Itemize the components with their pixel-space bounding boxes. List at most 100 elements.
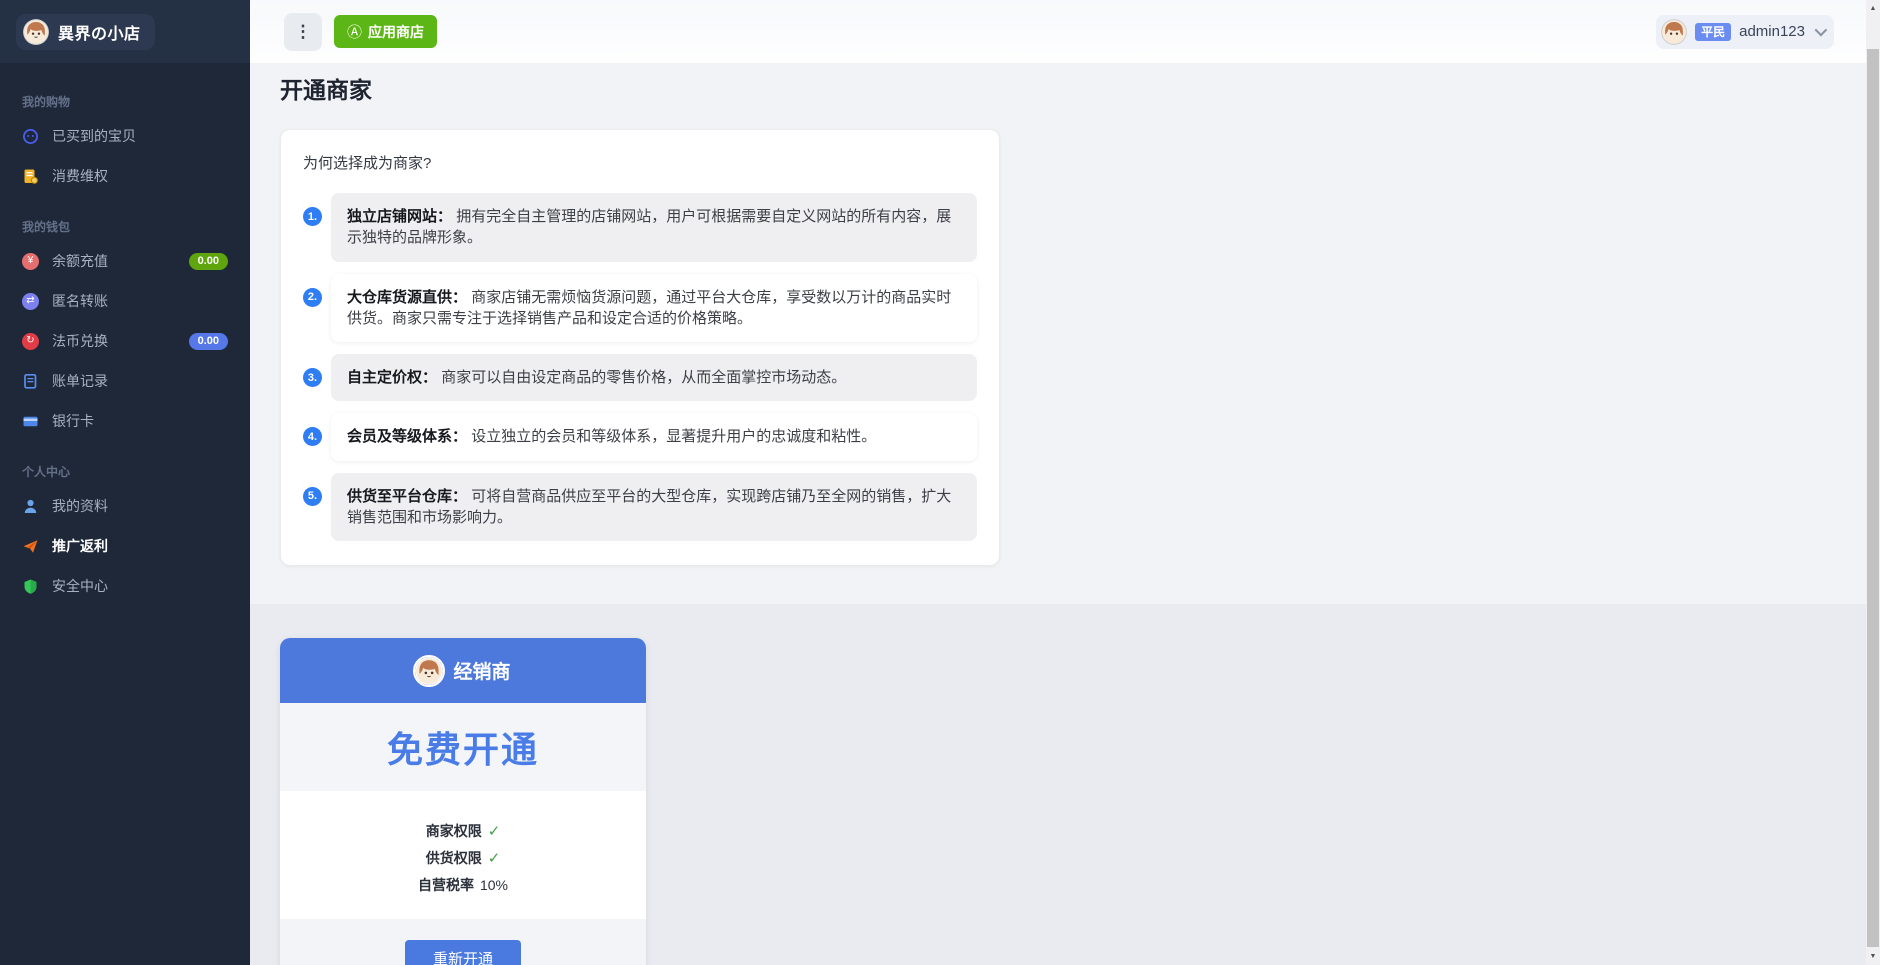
page-title: 开通商家 — [280, 71, 1880, 105]
exchange-icon: ↻ — [22, 333, 39, 350]
plan-avatar-icon — [415, 657, 443, 685]
plan-features: 商家权限 ✓ 供货权限 ✓ 自营税率 10% — [280, 791, 646, 919]
sidebar-item-label: 安全中心 — [52, 576, 228, 596]
benefit-text-box: 自主定价权： 商家可以自由设定商品的零售价格，从而全面掌控市场动态。 — [331, 354, 977, 401]
benefit-item: 5. 供货至平台仓库： 可将自营商品供应至平台的大型仓库，实现跨店铺乃至全网的销… — [303, 473, 977, 542]
treasure-icon — [22, 128, 39, 145]
benefit-text-box: 会员及等级体系： 设立独立的会员和等级体系，显著提升用户的忠诚度和粘性。 — [331, 413, 977, 460]
benefit-text-box: 独立店铺网站： 拥有完全自主管理的店铺网站，用户可根据需要自定义网站的所有内容，… — [331, 193, 977, 262]
sidebar-item-bought[interactable]: 已买到的宝贝 — [16, 116, 234, 156]
sidebar-item-rights[interactable]: 消费维权 — [16, 156, 234, 196]
bank-card-icon — [22, 413, 39, 430]
sidebar: 異界の小店 我的购物 已买到的宝贝 消费维权 我的钱包 ¥ 余额充值 — [0, 0, 250, 965]
feature-label: 自营税率 — [418, 875, 474, 895]
benefit-text-box: 大仓库货源直供： 商家店铺无需烦恼货源问题，通过平台大仓库，享受数以万计的商品实… — [331, 274, 977, 343]
shield-icon — [22, 578, 39, 595]
plan-feature: 商家权限 ✓ — [426, 821, 501, 841]
plan-footer: 重新开通 — [280, 919, 646, 965]
sidebar-header: 異界の小店 — [0, 0, 250, 63]
feature-label: 商家权限 — [426, 821, 482, 841]
logo-avatar-icon — [23, 19, 49, 45]
sidebar-item-label: 银行卡 — [52, 411, 228, 431]
number-badge: 4. — [303, 427, 322, 446]
bill-icon — [22, 373, 39, 390]
plan-name: 经销商 — [453, 657, 510, 684]
benefit-title: 独立店铺网站： — [347, 208, 452, 225]
check-icon: ✓ — [488, 849, 501, 867]
user-name: admin123 — [1739, 23, 1805, 40]
menu-kebab-button[interactable]: ⋮ — [284, 13, 322, 51]
scrollbar-thumb[interactable] — [1867, 49, 1879, 947]
coin-icon: ¥ — [22, 253, 39, 270]
sidebar-item-bankcard[interactable]: 银行卡 — [16, 401, 234, 441]
user-role-badge: 平民 — [1695, 23, 1731, 41]
app-logo[interactable]: 異界の小店 — [16, 14, 155, 50]
feature-label: 供货权限 — [426, 848, 482, 868]
sidebar-nav: 我的购物 已买到的宝贝 消费维权 我的钱包 ¥ 余额充值 0.00 — [0, 63, 250, 965]
scroll-up-arrow-icon[interactable]: ▲ — [1866, 0, 1880, 17]
benefits-card: 为何选择成为商家? 1. 独立店铺网站： 拥有完全自主管理的店铺网站，用户可根据… — [280, 129, 1000, 566]
sidebar-item-promo[interactable]: 推广返利 — [16, 526, 234, 566]
user-menu[interactable]: 平民 admin123 — [1656, 15, 1834, 49]
sidebar-item-label: 消费维权 — [52, 166, 228, 186]
plan-feature: 自营税率 10% — [418, 875, 508, 895]
sidebar-item-label: 我的资料 — [52, 496, 228, 516]
app-title: 異界の小店 — [58, 20, 141, 44]
main-area: ⋮ Ⓐ 应用商店 平民 admin123 开通商家 为何选择成为商家? 1. 独… — [250, 0, 1880, 965]
benefit-title: 供货至平台仓库： — [347, 488, 467, 505]
section-label-personal: 个人中心 — [22, 463, 234, 480]
benefit-text: 设立独立的会员和等级体系，显著提升用户的忠诚度和粘性。 — [471, 428, 876, 445]
sidebar-item-label: 匿名转账 — [52, 291, 228, 311]
sidebar-item-profile[interactable]: 我的资料 — [16, 486, 234, 526]
sidebar-item-bills[interactable]: 账单记录 — [16, 361, 234, 401]
transfer-icon: ⇄ — [22, 293, 39, 310]
sidebar-item-label: 已买到的宝贝 — [52, 126, 228, 146]
number-badge: 1. — [303, 207, 322, 226]
app-store-button[interactable]: Ⓐ 应用商店 — [334, 15, 437, 48]
number-badge: 2. — [303, 288, 322, 307]
sidebar-item-label: 账单记录 — [52, 371, 228, 391]
dealer-plan-card: 经销商 免费开通 商家权限 ✓ 供货权限 ✓ 自营税率 10% — [280, 638, 646, 965]
benefit-item: 2. 大仓库货源直供： 商家店铺无需烦恼货源问题，通过平台大仓库，享受数以万计的… — [303, 274, 977, 343]
user-avatar — [1661, 19, 1687, 45]
app-store-icon: Ⓐ — [347, 21, 362, 42]
benefit-title: 会员及等级体系： — [347, 428, 467, 445]
feature-value: 10% — [480, 877, 508, 893]
check-icon: ✓ — [488, 822, 501, 840]
benefit-item: 1. 独立店铺网站： 拥有完全自主管理的店铺网站，用户可根据需要自定义网站的所有… — [303, 193, 977, 262]
benefit-text: 商家可以自由设定商品的零售价格，从而全面掌控市场动态。 — [441, 369, 846, 386]
balance-badge: 0.00 — [189, 253, 228, 270]
benefit-title: 大仓库货源直供： — [347, 289, 467, 306]
sidebar-item-label: 推广返利 — [52, 536, 228, 556]
merchant-open-section: 开通商家 为何选择成为商家? 1. 独立店铺网站： 拥有完全自主管理的店铺网站，… — [250, 63, 1880, 604]
benefit-item: 4. 会员及等级体系： 设立独立的会员和等级体系，显著提升用户的忠诚度和粘性。 — [303, 413, 977, 460]
chevron-down-icon — [1815, 24, 1828, 37]
sidebar-item-label: 余额充值 — [52, 251, 176, 271]
exchange-badge: 0.00 — [189, 333, 228, 350]
benefits-card-title: 为何选择成为商家? — [303, 152, 977, 173]
sidebar-item-security[interactable]: 安全中心 — [16, 566, 234, 606]
consumer-rights-icon — [22, 168, 39, 185]
number-badge: 3. — [303, 368, 322, 387]
paper-plane-icon — [22, 538, 39, 555]
sidebar-item-exchange[interactable]: ↻ 法币兑换 0.00 — [16, 321, 234, 361]
benefit-title: 自主定价权： — [347, 369, 437, 386]
benefit-text-box: 供货至平台仓库： 可将自营商品供应至平台的大型仓库，实现跨店铺乃至全网的销售，扩… — [331, 473, 977, 542]
section-label-wallet: 我的钱包 — [22, 218, 234, 235]
app-store-label: 应用商店 — [368, 22, 424, 42]
sidebar-item-transfer[interactable]: ⇄ 匿名转账 — [16, 281, 234, 321]
sidebar-item-recharge[interactable]: ¥ 余额充值 0.00 — [16, 241, 234, 281]
reopen-button[interactable]: 重新开通 — [405, 940, 521, 965]
section-label-shopping: 我的购物 — [22, 93, 234, 110]
plan-price-area: 免费开通 — [280, 703, 646, 791]
plan-header: 经销商 — [280, 638, 646, 703]
benefit-item: 3. 自主定价权： 商家可以自由设定商品的零售价格，从而全面掌控市场动态。 — [303, 354, 977, 401]
topbar: ⋮ Ⓐ 应用商店 平民 admin123 — [250, 0, 1880, 63]
plan-feature: 供货权限 ✓ — [426, 848, 501, 868]
person-icon — [22, 498, 39, 515]
plan-price: 免费开通 — [387, 721, 539, 773]
number-badge: 5. — [303, 487, 322, 506]
vertical-scrollbar[interactable]: ▲ ▼ — [1866, 0, 1880, 965]
scroll-down-arrow-icon[interactable]: ▼ — [1866, 948, 1880, 965]
plans-section: 经销商 免费开通 商家权限 ✓ 供货权限 ✓ 自营税率 10% — [250, 604, 1880, 965]
